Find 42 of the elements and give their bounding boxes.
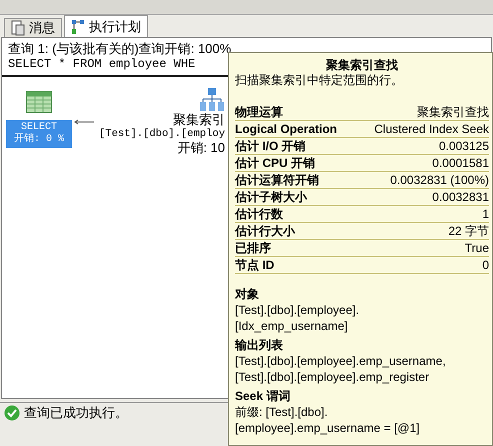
property-value: 22 字节 xyxy=(448,223,489,239)
property-value: 0 xyxy=(482,257,489,273)
section-heading: Seek 谓词 xyxy=(235,388,292,404)
property-label: 估计运算符开销 xyxy=(235,172,319,188)
section-text: [Idx_emp_username] xyxy=(235,318,349,334)
tab[interactable]: 执行计划 xyxy=(64,15,148,37)
node-cost: 开销: 10 xyxy=(177,141,225,155)
query-header: 查询 1: (与该批有关的)查询开销: 100% xyxy=(7,40,232,56)
property-value: Clustered Index Seek xyxy=(374,121,489,137)
property-value: 0.003125 xyxy=(438,138,489,154)
node-name: 聚集索引 xyxy=(173,113,225,127)
section-text: [Test].[dbo].[employee].emp_register xyxy=(235,369,430,385)
property-value: 1 xyxy=(482,206,489,222)
check-icon xyxy=(4,405,20,421)
section-text: [Test].[dbo].[employee].emp_username, xyxy=(235,353,447,369)
property-label: 节点 ID xyxy=(235,257,274,273)
property-value: 聚集索引查找 xyxy=(417,104,489,120)
property-value: 0.0001581 xyxy=(432,155,489,171)
property-label: 估计 CPU 开销 xyxy=(235,155,316,171)
section-heading: 对象 xyxy=(235,286,260,302)
property-value: 0.0032831 (100%) xyxy=(390,172,489,188)
property-label: 物理运算 xyxy=(235,104,283,120)
property-label: 估计 I/O 开销 xyxy=(235,138,306,154)
property-value: True xyxy=(464,240,489,256)
property-label: 估计子树大小 xyxy=(235,189,307,205)
section-heading: 输出列表 xyxy=(235,337,284,353)
status-message: 查询已成功执行。 xyxy=(24,404,128,422)
property-label: 估计行数 xyxy=(235,206,283,222)
property-label: 估计行大小 xyxy=(235,223,295,239)
tab[interactable]: 消息 xyxy=(4,18,62,37)
table-icon xyxy=(26,91,52,113)
node-object: [Test].[dbo].[employ xyxy=(98,127,225,141)
section-text: [employee].emp_username = [@1] xyxy=(235,420,421,436)
property-label: 已排序 xyxy=(235,240,271,256)
plan-icon xyxy=(71,18,85,34)
section-text: [Test].[dbo].[employee]. xyxy=(235,302,360,318)
section-text: 前缀: [Test].[dbo]. xyxy=(235,404,329,420)
index-tree-icon xyxy=(199,87,225,113)
arrow-icon xyxy=(74,119,94,125)
property-value: 0.0032831 xyxy=(432,189,489,205)
tooltip-title: 聚集索引查找 xyxy=(325,57,399,73)
property-label: Logical Operation xyxy=(235,121,338,137)
